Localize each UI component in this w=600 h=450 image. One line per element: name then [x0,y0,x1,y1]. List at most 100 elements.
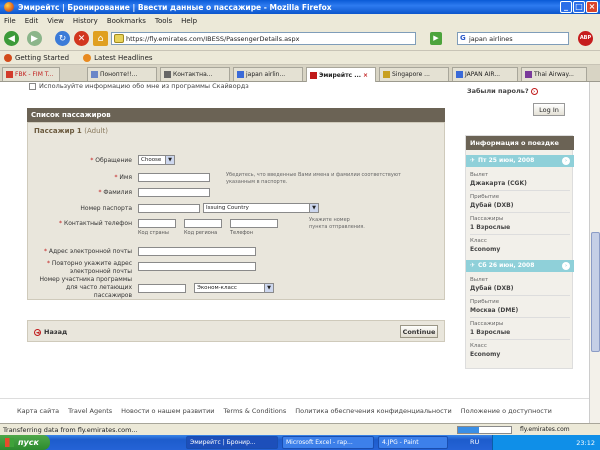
title-select[interactable]: Choose ▼ [138,155,175,165]
phone-number-caption: Телефон [230,230,254,236]
status-bar: Transferring data from fly.emirates.com.… [0,423,600,435]
segment-1-departure-value: Джакарта (CGK) [470,180,527,187]
ffp-number-input[interactable] [138,284,186,293]
taskbar-item-paint[interactable]: 4.JPG - Paint [378,436,448,449]
minimize-button[interactable]: _ [560,1,572,13]
bookmark-getting-started[interactable]: Getting Started [4,53,69,62]
bookmark-latest-headlines[interactable]: Latest Headlines [83,53,153,62]
tab-8[interactable]: Thai Airway... [521,67,587,81]
segment-1-arrival-value: Дубай (DXB) [470,202,514,209]
stop-icon[interactable]: ✕ [74,31,89,46]
menu-help[interactable]: Help [181,17,197,25]
tab-active[interactable]: Эмирейтс ... × [306,67,376,82]
phone-number-input[interactable] [230,219,278,228]
language-indicator[interactable]: RU [470,438,479,446]
vertical-scrollbar[interactable] [589,82,600,423]
close-tab-icon[interactable]: × [363,72,368,79]
forgot-password-link[interactable]: Забыли пароль? › [467,87,538,95]
menu-edit[interactable]: Edit [25,17,39,25]
scrollbar-thumb[interactable] [591,232,600,352]
tab-3[interactable]: Контактна... [160,67,230,81]
windows-taskbar: пуск Эмирейтс | Бронир... Microsoft Exce… [0,435,600,450]
skywards-checkbox[interactable] [29,82,36,90]
status-text: Transferring data from fly.emirates.com.… [3,425,138,434]
segment-2-arrival-label: Прибытие [470,299,500,305]
clock: 23:12 [576,438,595,447]
window-title: Эмирейтс | Бронирование | Ввести данные … [18,2,332,12]
passenger-panel: Пассажир 1 (Adult) * Обращение Choose ▼ *… [27,122,445,300]
segment-2-arrival-value: Москва (DME) [470,307,519,314]
menu-bar: File Edit View History Bookmarks Tools H… [0,14,600,27]
issuing-country-select[interactable]: Issuing Country ▼ [203,203,319,213]
search-input[interactable]: G japan airlines [457,32,569,45]
segment-1-passengers-value: 1 Взрослые [470,224,511,231]
email-input[interactable] [138,247,256,256]
taskbar-item-excel[interactable]: Microsoft Excel - rap... [282,436,374,449]
segment-1-departure-label: Вылет [470,172,489,178]
chevron-down-icon: ▼ [165,156,174,164]
segment-1-header[interactable]: ✈ Пт 25 июн, 2008 › [466,155,574,167]
menu-view[interactable]: View [47,17,64,25]
phone-label: * Контактный телефон [59,220,132,227]
footer-link-sitemap[interactable]: Карта сайта [17,407,59,415]
site-footer: Карта сайта Travel Agents Новости о наше… [0,398,589,423]
maximize-button[interactable]: □ [573,1,585,13]
menu-file[interactable]: File [4,17,16,25]
tab-4[interactable]: japan airlin... [233,67,303,81]
phone-country-code-caption: Код страны [138,230,169,236]
footer-link-privacy[interactable]: Политика обеспечения конфиденциальности [295,407,451,415]
skywards-option[interactable]: Используйте информацию обо мне из програ… [29,82,249,90]
menu-tools[interactable]: Tools [155,17,172,25]
start-button[interactable]: пуск [0,435,50,450]
trip-info-panel: Информация о поездке ✈ Пт 25 июн, 2008 › … [465,135,574,369]
close-window-button[interactable]: × [586,1,598,13]
login-button[interactable]: Log In [533,103,565,116]
address-bar[interactable]: https://fly.emirates.com/IBESS/Passenger… [111,32,416,45]
home-icon[interactable]: ⌂ [93,31,108,46]
passport-label: Номер паспорта [80,205,132,212]
passenger-title: Пассажир 1 (Adult) [34,127,108,135]
segment-1-class-label: Класс [470,238,487,244]
window-titlebar: Эмирейтс | Бронирование | Ввести данные … [0,0,600,14]
tab-2[interactable]: Понопте!!... [87,67,157,81]
page-content: Используйте информацию обо мне из програ… [0,82,589,423]
email-confirm-label: * Повторно укажите адрес электронной поч… [47,260,132,275]
segment-1-arrival-label: Прибытие [470,194,500,200]
passport-number-input[interactable] [138,204,200,213]
menu-history[interactable]: History [73,17,98,25]
email-confirm-input[interactable] [138,262,256,271]
forward-arrow-icon[interactable]: ▶ [27,31,42,46]
back-link[interactable]: ◄ Назад [34,328,67,336]
back-arrow-icon[interactable]: ◀ [4,31,19,46]
surname-input[interactable] [138,188,210,197]
footer-link-terms[interactable]: Terms & Conditions [224,407,287,415]
tab-1[interactable]: FBK - FIM T... [2,67,60,81]
reload-icon[interactable]: ↻ [55,31,70,46]
continue-button[interactable]: Continue [400,325,438,338]
segment-2-header[interactable]: ✈ Сб 26 июн, 2008 › [466,260,574,272]
go-button[interactable]: ▶ [430,32,442,45]
segment-2-class-value: Economy [470,351,501,358]
phone-region-code-input[interactable] [184,219,222,228]
adblock-icon[interactable]: ABP [578,31,593,46]
menu-bookmarks[interactable]: Bookmarks [107,17,146,25]
footer-link-travel-agents[interactable]: Travel Agents [68,407,112,415]
bookmark-icon [4,53,12,62]
form-actions: ◄ Назад Continue [27,320,445,342]
chevron-right-icon: › [562,262,570,270]
chevron-down-icon: ▼ [264,284,273,292]
ffp-label: Номер участника программы для часто лета… [39,276,132,299]
footer-link-news[interactable]: Новости о нашем развитии [121,407,214,415]
segment-2-passengers-value: 1 Взрослые [470,329,511,336]
footer-link-accessibility[interactable]: Положение о доступности [461,407,552,415]
tab-6[interactable]: Singapore ... [379,67,449,81]
segment-1-passengers-label: Пассажиры [470,216,504,222]
status-host: fly.emirates.com [520,426,570,433]
ffp-class-select[interactable]: Эконом-класс ▼ [194,283,274,293]
tab-7[interactable]: JAPAN AIR... [452,67,518,81]
system-tray: 23:12 [492,435,600,450]
taskbar-item-firefox[interactable]: Эмирейтс | Бронир... [186,436,278,449]
first-name-input[interactable] [138,173,210,182]
phone-country-code-input[interactable] [138,219,176,228]
email-label: * Адрес электронной почты [44,248,132,255]
